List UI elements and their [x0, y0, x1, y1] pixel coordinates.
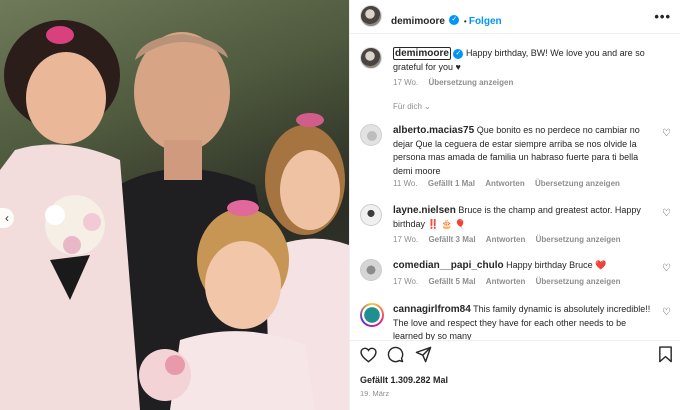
post-detail-panel: demimoore ✓ • Folgen ••• demimoore ✓ Hap… — [349, 0, 680, 410]
more-options-icon[interactable]: ••• — [654, 9, 671, 24]
verified-badge-icon: ✓ — [449, 14, 460, 25]
comment-username[interactable]: alberto.macias75 — [393, 125, 474, 136]
comment-body: comedian__papi_chulo Happy birthday Bruc… — [393, 259, 653, 273]
post-date[interactable]: 19. März — [360, 389, 389, 398]
like-count[interactable]: Gefällt 1.309.282 Mal — [360, 375, 448, 385]
post-username[interactable]: demimoore — [391, 16, 445, 27]
comment-like-heart-icon[interactable]: ♡ — [662, 208, 671, 219]
comment-username[interactable]: cannagirlfrom84 — [393, 304, 471, 315]
post-photo[interactable]: ‹ — [0, 0, 349, 410]
for-you-dropdown[interactable]: Für dich ⌄ — [393, 102, 431, 111]
caption-age: 17 Wo. — [393, 78, 419, 87]
comment-meta: 11 Wo. Gefällt 1 Mal Antworten Übersetzu… — [393, 179, 653, 188]
comment-avatar[interactable] — [360, 204, 382, 226]
comment-likes[interactable]: Gefällt 3 Mal — [428, 235, 475, 244]
reply-button[interactable]: Antworten — [486, 277, 526, 286]
comment-meta: 17 Wo. Gefällt 3 Mal Antworten Übersetzu… — [393, 235, 653, 244]
comment-icon[interactable] — [387, 346, 404, 363]
follow-button[interactable]: Folgen — [469, 16, 502, 27]
caption-translate-link[interactable]: Übersetzung anzeigen — [428, 78, 513, 87]
comment-item: cannagirlfrom84 This family dynamic is a… — [360, 303, 675, 340]
bookmark-icon[interactable] — [658, 346, 673, 363]
translate-link[interactable]: Übersetzung anzeigen — [535, 179, 620, 188]
verified-badge-icon: ✓ — [453, 48, 464, 59]
comment-item: alberto.macias75 Que bonito es no perdec… — [360, 124, 675, 194]
avatar[interactable] — [360, 5, 382, 27]
comment-like-heart-icon[interactable]: ♡ — [662, 263, 671, 274]
post-header: demimoore ✓ • Folgen ••• — [350, 0, 680, 34]
comment-body: alberto.macias75 Que bonito es no perdec… — [393, 124, 653, 178]
heart-icon[interactable] — [360, 347, 377, 363]
comment-like-heart-icon[interactable]: ♡ — [662, 128, 671, 139]
reply-button[interactable]: Antworten — [486, 235, 526, 244]
share-icon[interactable] — [415, 346, 432, 363]
translate-link[interactable]: Übersetzung anzeigen — [536, 235, 621, 244]
comment-avatar[interactable] — [360, 124, 382, 146]
caption-avatar[interactable] — [360, 47, 382, 69]
comment-avatar[interactable] — [360, 303, 384, 327]
comment-age: 17 Wo. — [393, 277, 419, 286]
comment-item: comedian__papi_chulo Happy birthday Bruc… — [360, 259, 675, 293]
comment-text: Happy birthday Bruce ❤️ — [506, 260, 607, 270]
caption: demimoore ✓ Happy birthday, BW! We love … — [393, 47, 673, 87]
caption-username[interactable]: demimoore — [393, 47, 451, 60]
reply-button[interactable]: Antworten — [485, 179, 525, 188]
comment-likes[interactable]: Gefällt 5 Mal — [428, 277, 475, 286]
comment-username[interactable]: layne.nielsen — [393, 205, 456, 216]
comment-meta: 17 Wo. Gefällt 5 Mal Antworten Übersetzu… — [393, 277, 653, 286]
comment-likes[interactable]: Gefällt 1 Mal — [428, 179, 475, 188]
action-bar — [360, 346, 675, 366]
comment-username[interactable]: comedian__papi_chulo — [393, 260, 504, 271]
comment-avatar[interactable] — [360, 259, 382, 281]
comment-body: layne.nielsen Bruce is the champ and gre… — [393, 204, 653, 231]
comment-body: cannagirlfrom84 This family dynamic is a… — [393, 303, 653, 340]
comment-item: layne.nielsen Bruce is the champ and gre… — [360, 204, 675, 248]
comment-like-heart-icon[interactable]: ♡ — [662, 307, 671, 318]
family-photo-illustration — [0, 20, 349, 410]
comment-age: 11 Wo. — [393, 179, 418, 188]
comment-age: 17 Wo. — [393, 235, 419, 244]
action-divider — [350, 340, 680, 341]
translate-link[interactable]: Übersetzung anzeigen — [536, 277, 621, 286]
